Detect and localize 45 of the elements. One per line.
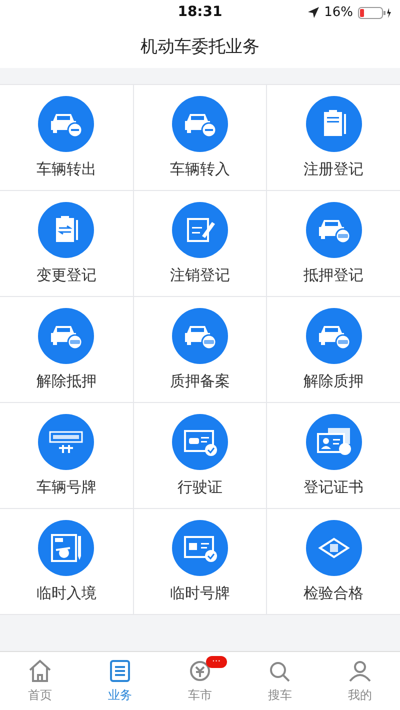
tab-icon: [107, 658, 133, 682]
tab-icon: [27, 658, 53, 682]
battery-percent: 16%: [324, 5, 353, 20]
service-tile[interactable]: 注册登记: [267, 85, 400, 190]
location-icon: [308, 7, 320, 18]
service-icon: [38, 414, 94, 470]
status-time: 18:31: [178, 4, 222, 20]
service-tile[interactable]: 车辆号牌: [0, 403, 133, 508]
tab-bar-item[interactable]: 我的: [320, 652, 400, 710]
tab-bar-item[interactable]: ··· 车市: [160, 652, 240, 710]
service-icon: [38, 96, 94, 152]
tab-icon: [347, 658, 373, 682]
service-icon: [38, 520, 94, 576]
service-icon: [38, 308, 94, 364]
service-tile[interactable]: 抵押登记: [267, 191, 400, 296]
service-tile[interactable]: 注销登记: [134, 191, 266, 296]
page-title: 机动车委托业务: [140, 36, 260, 58]
service-tile[interactable]: 临时号牌: [134, 509, 266, 614]
service-tile[interactable]: 车辆转入: [134, 85, 266, 190]
service-tile[interactable]: 行驶证: [134, 403, 266, 508]
service-icon: [172, 96, 228, 152]
tab-bar-item[interactable]: 首页: [0, 652, 80, 710]
service-tile[interactable]: 检验合格: [267, 509, 400, 614]
service-icon: [172, 520, 228, 576]
service-tile[interactable]: 车辆转出: [0, 85, 133, 190]
service-icon: [306, 520, 362, 576]
service-tile[interactable]: 临时入境: [0, 509, 133, 614]
tab-icon: [187, 658, 213, 682]
tab-bar-item[interactable]: 搜车: [240, 652, 320, 710]
service-tile[interactable]: 质押备案: [134, 297, 266, 402]
service-tile[interactable]: 变更登记: [0, 191, 133, 296]
service-icon: [306, 96, 362, 152]
service-icon: [38, 202, 94, 258]
battery-icon: [358, 6, 392, 18]
service-icon: [306, 308, 362, 364]
service-tile[interactable]: 解除质押: [267, 297, 400, 402]
service-icon: [172, 308, 228, 364]
notification-badge: ···: [206, 656, 227, 668]
service-icon: [172, 202, 228, 258]
service-tile[interactable]: 解除抵押: [0, 297, 133, 402]
service-tile[interactable]: 登记证书: [267, 403, 400, 508]
service-icon: [172, 414, 228, 470]
service-icon: [306, 202, 362, 258]
service-icon: [306, 414, 362, 470]
tab-bar-item[interactable]: 业务: [80, 652, 160, 710]
